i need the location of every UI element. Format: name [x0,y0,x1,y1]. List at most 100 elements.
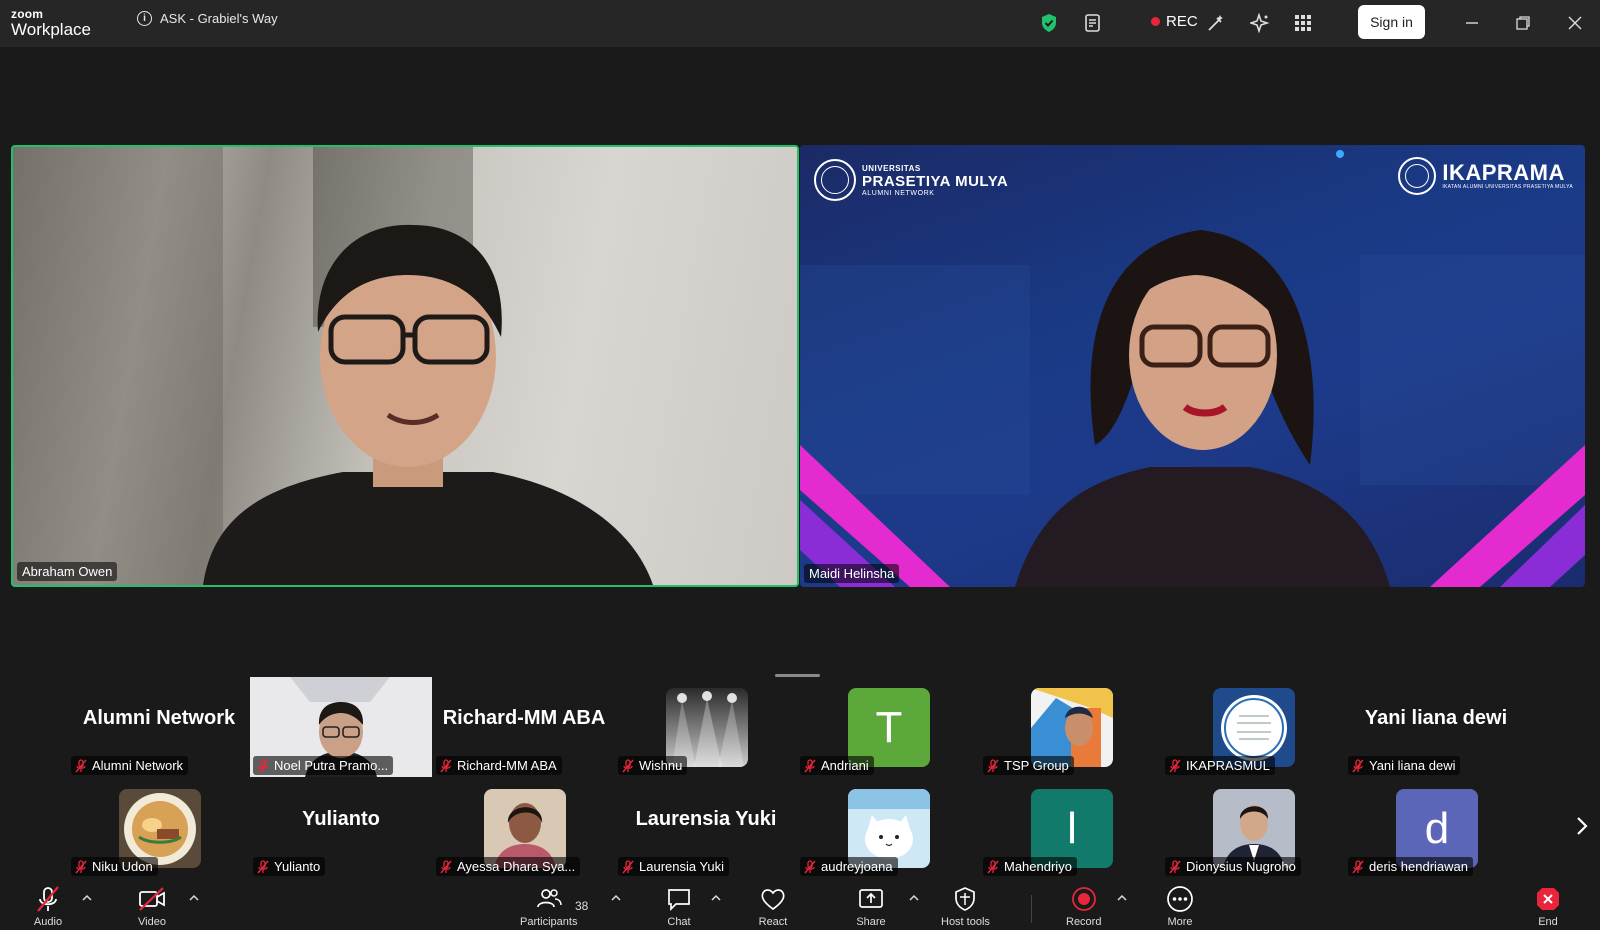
participant-tile[interactable]: T Andriani [797,677,979,777]
toolbar-separator [1031,895,1032,923]
logo-right-small: IKATAN ALUMNI UNIVERSITAS PRASETIYA MULY… [1442,184,1573,190]
muted-mic-icon [622,758,634,772]
participant-tile[interactable]: d deris hendriawan [1345,778,1527,878]
participant-label: Noel Putra Pramo... [253,756,394,775]
apps-grid-icon[interactable] [1292,12,1314,34]
more-button[interactable]: More [1165,885,1195,928]
participant-tile[interactable]: IKAPRASMUL [1162,677,1344,777]
meeting-stage: Abraham Owen UNIVERSITAS PRASETIYA MULYA [0,47,1600,881]
participants-options-caret-icon[interactable] [611,893,621,903]
participant-label: TSP Group [983,756,1074,775]
participant-name: Andriani [821,758,869,773]
notes-icon[interactable] [1082,12,1104,34]
host-tools-label: Host tools [941,916,990,928]
participant-display-name: Laurensia Yuki [635,808,777,830]
react-button[interactable]: React [758,885,788,928]
participant-tile[interactable]: Alumni Network Alumni Network [68,677,250,777]
audio-options-caret-icon[interactable] [82,893,92,903]
annotate-icon[interactable] [1205,12,1227,34]
info-icon: i [137,11,152,26]
record-options-caret-icon[interactable] [1117,893,1127,903]
record-label: Record [1066,916,1102,928]
share-button[interactable]: Share [856,885,886,928]
participant-tile[interactable]: Niku Udon [68,778,250,878]
restore-icon[interactable] [1514,14,1532,32]
gallery-next-page-icon[interactable] [1572,814,1592,838]
participant-tile[interactable]: TSP Group [980,677,1162,777]
end-button[interactable]: End [1533,885,1563,928]
chat-options-caret-icon[interactable] [711,893,721,903]
participant-name: Alumni Network [92,758,184,773]
chat-label: Chat [667,916,691,928]
sign-in-button[interactable]: Sign in [1358,5,1425,39]
meeting-toolbar: Audio Video Participants 38 Chat React S… [0,881,1600,930]
logo-right-big: IKAPRAMA [1442,160,1565,185]
end-label: End [1538,916,1558,928]
muted-mic-icon [804,859,816,873]
participant-label: Laurensia Yuki [618,857,730,876]
video-options-caret-icon[interactable] [189,893,199,903]
video-button[interactable]: Video [137,885,167,928]
zoom-workplace-logo: zoom Workplace [11,8,91,38]
participants-count: 38 [575,899,589,913]
audio-button[interactable]: Audio [33,885,63,928]
participant-label: Ayessa Dhara Sya... [436,857,581,876]
participant-tile[interactable]: Yani liana dewi Yani liana dewi [1345,677,1527,777]
speaker-name-tag: Maidi Helinsha [804,564,900,583]
participant-tile[interactable]: Noel Putra Pramo... [250,677,432,777]
meeting-info-button[interactable]: i ASK - Grabiel's Way [137,11,278,26]
participant-name: audreyjoana [821,859,893,874]
participant-name: Noel Putra Pramo... [274,758,389,773]
participant-name: IKAPRASMUL [1186,758,1270,773]
brand-top: zoom [11,7,44,21]
participant-name: Wishnu [639,758,683,773]
share-screen-icon [856,885,886,913]
minimize-icon[interactable] [1463,14,1481,32]
logo-left-line1: UNIVERSITAS [862,163,921,173]
participant-label: Andriani [800,756,874,775]
participant-display-name: Yani liana dewi [1364,707,1508,729]
participant-tile[interactable]: Wishnu [615,677,797,777]
chat-button[interactable]: Chat [664,885,694,928]
participant-name: TSP Group [1004,758,1069,773]
muted-mic-icon [75,859,87,873]
participant-tile[interactable]: Ayessa Dhara Sya... [433,778,615,878]
react-label: React [758,916,788,928]
muted-mic-icon [1169,859,1181,873]
participant-tile[interactable]: Dionysius Nugroho [1162,778,1344,878]
participant-tile[interactable]: l Mahendriyo [980,778,1162,878]
speaker-figure-left [13,147,653,585]
share-options-caret-icon[interactable] [909,893,919,903]
participant-label: Dionysius Nugroho [1165,857,1301,876]
title-bar: zoom Workplace i ASK - Grabiel's Way REC… [0,0,1600,47]
video-off-icon [137,885,167,913]
speaker-video-maidi[interactable]: UNIVERSITAS PRASETIYA MULYA ALUMNI NETWO… [800,145,1585,587]
ai-companion-icon[interactable] [1249,12,1271,34]
record-button[interactable]: Record [1066,885,1101,928]
participant-name: Yulianto [274,859,321,874]
muted-mic-icon [440,859,452,873]
participant-label: Mahendriyo [983,857,1077,876]
participant-label: audreyjoana [800,857,898,876]
participants-label: Participants [520,916,578,928]
close-window-icon[interactable] [1566,14,1584,32]
participant-tile[interactable]: Laurensia Yuki Laurensia Yuki [615,778,797,878]
host-tools-button[interactable]: Host tools [941,885,990,928]
security-shield-icon[interactable] [1038,12,1060,34]
participant-label: Yulianto [253,857,326,876]
share-label: Share [856,916,886,928]
brand-bottom: Workplace [11,20,91,39]
participants-button[interactable]: Participants [520,885,577,928]
participant-name: Ayessa Dhara Sya... [457,859,576,874]
virtual-background [800,150,1585,587]
participant-tile[interactable]: Richard-MM ABA Richard-MM ABA [433,677,615,777]
participant-tile[interactable]: Yulianto Yulianto [250,778,432,878]
participant-tile[interactable]: audreyjoana [797,778,979,878]
participant-name: Laurensia Yuki [639,859,725,874]
participant-label: IKAPRASMUL [1165,756,1275,775]
recording-indicator[interactable]: REC [1151,13,1198,30]
muted-mic-icon [257,859,269,873]
prasetiya-mulya-logo: UNIVERSITAS PRASETIYA MULYA ALUMNI NETWO… [814,159,1008,201]
speaker-video-abraham[interactable]: Abraham Owen [11,145,799,587]
logo-left-line3: ALUMNI NETWORK [862,189,935,197]
